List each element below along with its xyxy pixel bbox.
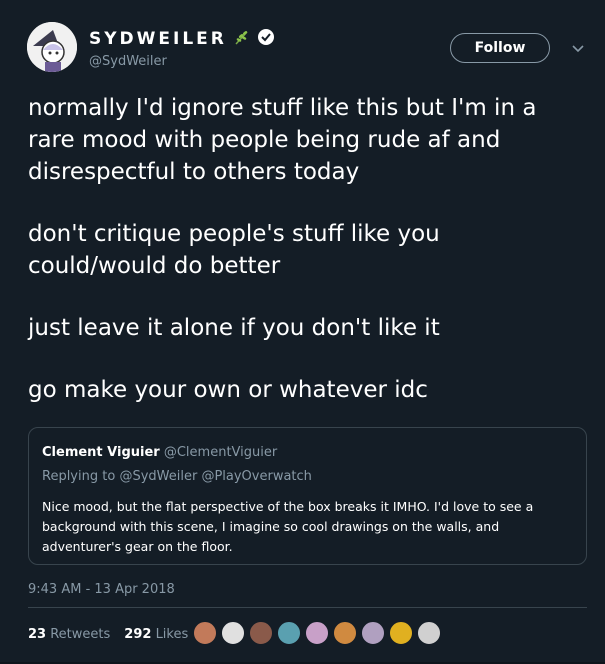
quoted-author-name: Clement Viguier [42, 445, 160, 460]
liker-avatar[interactable] [277, 621, 301, 645]
replying-to: Replying to @SydWeiler @PlayOverwatch [42, 469, 312, 484]
quoted-tweet[interactable]: Clement Viguier @ClementViguier Replying… [28, 427, 587, 565]
verified-badge-icon [257, 28, 275, 50]
liker-avatar[interactable] [389, 621, 413, 645]
author-name-row: SYDWEILER [89, 28, 275, 50]
liker-avatar[interactable] [417, 621, 441, 645]
retweets-count: 23 [28, 627, 47, 642]
author-handle[interactable]: @SydWeiler [89, 54, 167, 69]
liker-avatar[interactable] [221, 621, 245, 645]
liker-avatar[interactable] [305, 621, 329, 645]
quoted-tweet-text: Nice mood, but the flat perspective of t… [42, 499, 534, 554]
tweet-paragraph: don't critique people's stuff like you c… [28, 221, 440, 279]
likes-label: Likes [155, 627, 189, 642]
liker-avatar[interactable] [333, 621, 357, 645]
replying-to-link[interactable]: @SydWeiler [119, 469, 197, 484]
tweet-paragraph: go make your own or whatever idc [28, 377, 428, 403]
replying-to-prefix: Replying to [42, 469, 116, 484]
tweet-header: SYDWEILER @SydWeiler Follow [27, 22, 597, 82]
follow-button[interactable]: Follow [450, 33, 550, 63]
likes-stat[interactable]: 292 Likes [124, 627, 188, 642]
liker-avatars [193, 621, 441, 645]
liker-avatar[interactable] [361, 621, 385, 645]
divider [28, 607, 587, 608]
replying-to-link[interactable]: @PlayOverwatch [201, 469, 311, 484]
tweet-timestamp[interactable]: 9:43 AM - 13 Apr 2018 [28, 582, 175, 597]
chevron-down-icon[interactable] [571, 40, 585, 59]
tweet-text: normally I'd ignore stuff like this but … [28, 92, 583, 436]
likes-count: 292 [124, 627, 152, 642]
quoted-author-handle: @ClementViguier [163, 445, 278, 460]
retweets-stat[interactable]: 23 Retweets [28, 627, 110, 642]
author-avatar[interactable] [27, 22, 77, 72]
retweets-label: Retweets [50, 627, 111, 642]
author-display-name[interactable]: SYDWEILER [89, 29, 227, 49]
liker-avatar[interactable] [249, 621, 273, 645]
tweet-stats: 23 Retweets 292 Likes [28, 627, 188, 642]
quoted-tweet-header: Clement Viguier @ClementViguier [42, 445, 277, 460]
tweet-paragraph: just leave it alone if you don't like it [28, 315, 440, 341]
tweet-paragraph: normally I'd ignore stuff like this but … [28, 95, 537, 185]
herb-icon [233, 28, 251, 50]
liker-avatar[interactable] [193, 621, 217, 645]
